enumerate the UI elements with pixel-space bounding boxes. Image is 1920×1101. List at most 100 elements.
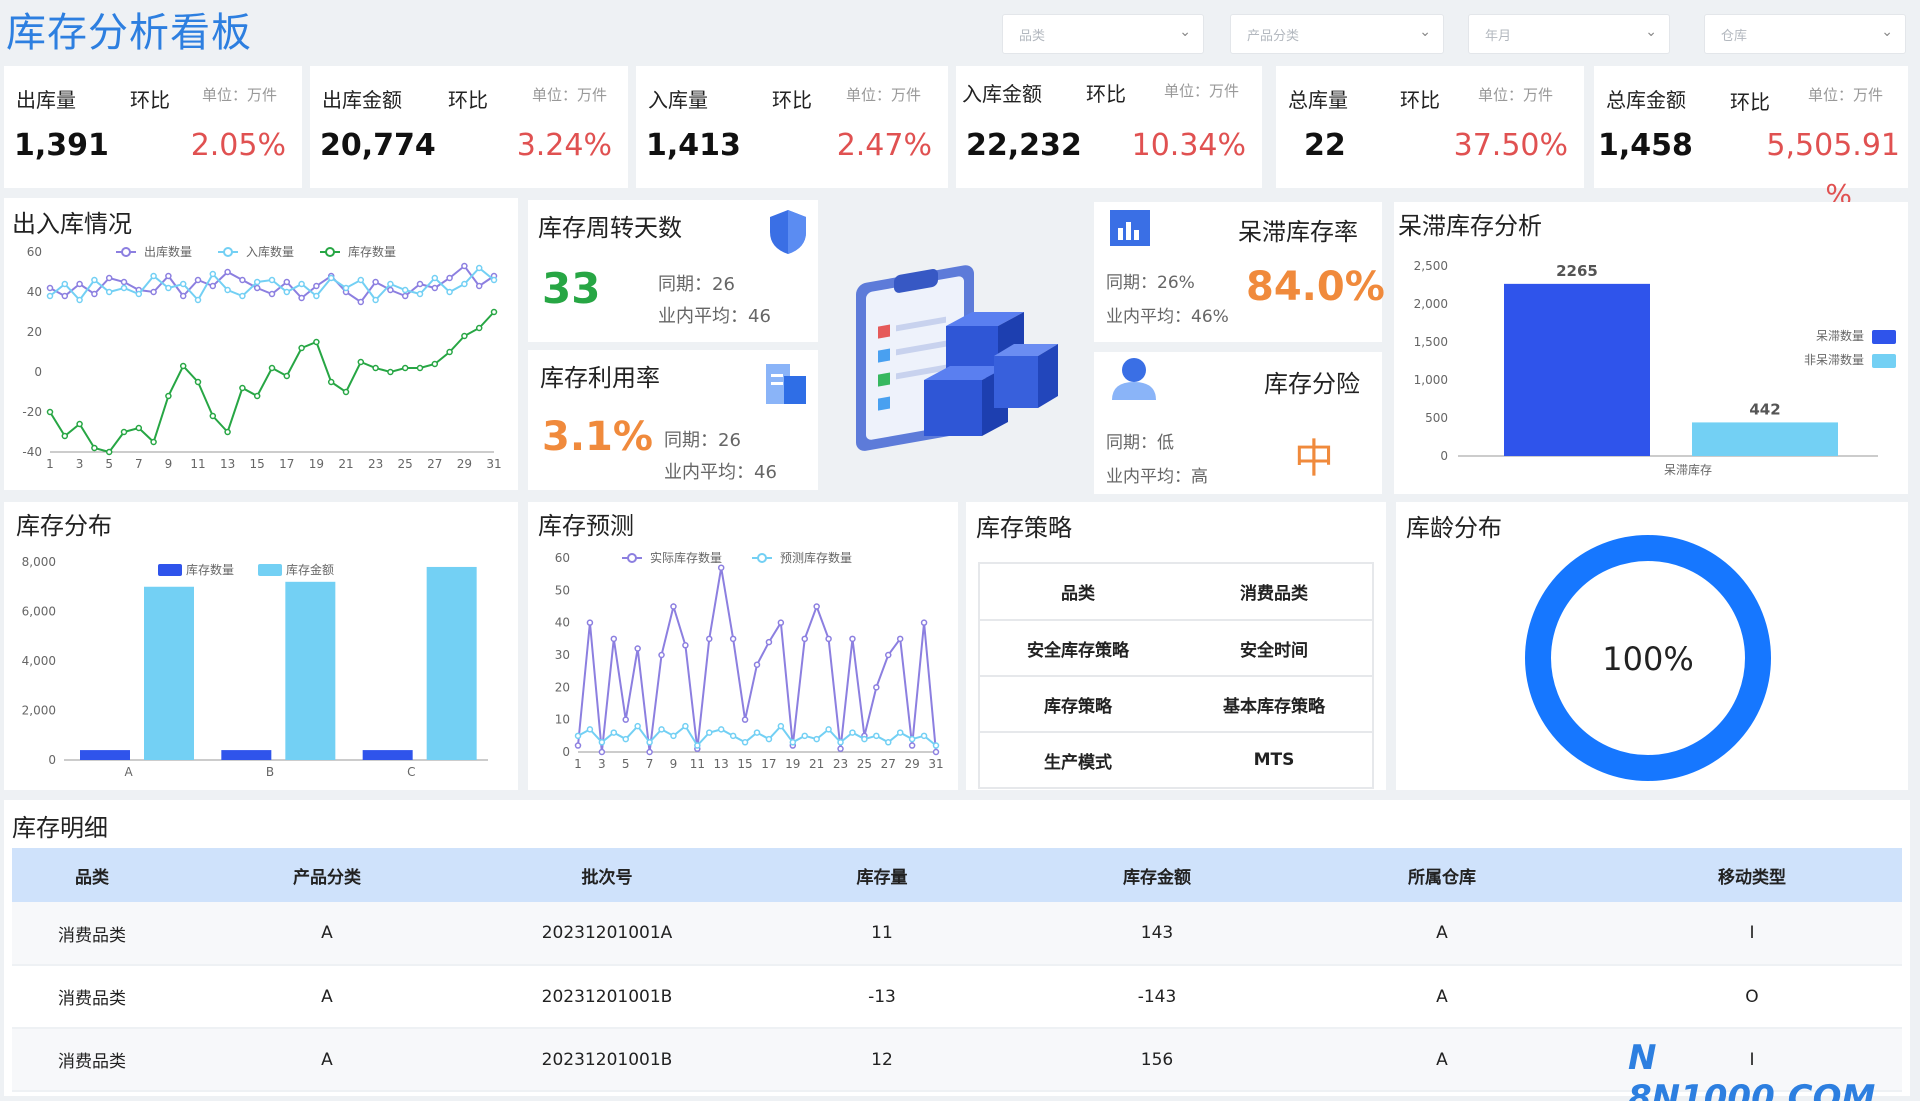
kpi-pct: 3.24% (516, 128, 612, 163)
data-point (670, 603, 677, 610)
data-point (837, 745, 844, 753)
data-point (283, 278, 291, 286)
util-same: 同期：26 (664, 430, 741, 451)
x-tick-label: 7 (135, 457, 143, 471)
cell: A (1282, 1028, 1602, 1092)
data-point (431, 274, 439, 282)
data-point (120, 278, 128, 286)
table-row[interactable]: 消费品类 A 20231201001A 11 143 A I (12, 902, 1902, 966)
data-point (61, 280, 69, 288)
data-point (849, 635, 856, 643)
data-point (91, 276, 98, 284)
data-point (239, 292, 246, 300)
col-header[interactable]: 产品分类 (172, 848, 482, 902)
data-point (357, 358, 365, 366)
data-point (446, 274, 453, 282)
shield-icon (770, 210, 806, 254)
data-point (313, 292, 320, 300)
data-point (150, 438, 157, 446)
legend-marker (627, 553, 637, 563)
legend-marker (121, 247, 131, 257)
data-point (908, 735, 916, 743)
x-tick-label: B (266, 765, 274, 779)
chevron-down-icon: ⌄ (1881, 24, 1893, 40)
kpi-pct: 2.47% (836, 128, 932, 163)
data-point (135, 290, 143, 298)
data-point (298, 294, 305, 302)
data-point (706, 635, 713, 643)
data-point (416, 280, 424, 288)
x-tick-label: 31 (928, 757, 943, 771)
legend-label: 呆滞数量 (1816, 328, 1864, 343)
col-header[interactable]: 库存金额 (1032, 848, 1282, 902)
data-point (120, 428, 128, 436)
data-point (401, 364, 409, 372)
kpi-label: 入库量 (648, 88, 708, 112)
month-filter[interactable]: 年月 ⌄ (1468, 14, 1670, 54)
x-tick-label: 3 (76, 457, 84, 471)
bar (144, 586, 194, 760)
legend-marker (223, 247, 233, 257)
data-point (753, 661, 761, 668)
strategy-row: 生产模式 MTS (980, 732, 1372, 789)
kpi-ratio-label: 环比 (1086, 82, 1126, 106)
kpi-card-out-qty: 出库量 环比 单位：万件 1,391 2.05% (4, 66, 302, 188)
y-tick-label: 30 (555, 648, 570, 662)
data-point (873, 732, 880, 740)
cell: 消费品类 (12, 902, 172, 966)
legend-swatch (158, 564, 182, 576)
data-point (179, 280, 187, 288)
y-tick-label: 500 (1425, 411, 1448, 425)
x-tick-label: 13 (220, 457, 235, 471)
data-point (165, 284, 172, 292)
data-point (741, 716, 749, 723)
cell: 消费品类 (12, 1028, 172, 1092)
col-header[interactable]: 批次号 (482, 848, 732, 902)
col-header[interactable]: 品类 (12, 848, 172, 902)
inventory-clipboard-illustration (856, 265, 1058, 451)
table-row[interactable]: 消费品类 A 20231201001B 12 156 A I (12, 1028, 1902, 1092)
data-point (372, 278, 379, 286)
product-class-filter[interactable]: 产品分类 ⌄ (1230, 14, 1444, 54)
data-point (105, 274, 113, 282)
data-point (357, 298, 365, 306)
kpi-label: 出库金额 (322, 88, 402, 112)
stagnant-panel: 呆滞库存分析 0 500 1,000 1,500 2,000 2,500 2265 442 呆滞… (1394, 202, 1908, 494)
bar-chart-icon (1110, 210, 1150, 246)
strategy-value: 安全时间 (1176, 620, 1372, 677)
detail-title: 库存明细 (12, 814, 108, 842)
data-point (253, 278, 261, 286)
data-point (105, 288, 113, 296)
data-point (76, 420, 83, 428)
warehouse-filter[interactable]: 仓库 ⌄ (1704, 14, 1906, 54)
bar (426, 566, 477, 760)
table-row[interactable]: 消费品类 A 20231201001B -13 -143 A O (12, 965, 1902, 1029)
cell: 20231201001B (482, 1028, 732, 1092)
cell: 11 (732, 902, 1032, 966)
detail-table-wrap: 品类 产品分类 批次号 库存量 库存金额 所属仓库 移动类型 消费品类 A 2023… (12, 848, 1902, 1092)
cell: A (1282, 965, 1602, 1029)
data-point (401, 292, 409, 300)
x-tick-label: 23 (368, 457, 383, 471)
category-filter[interactable]: 品类 ⌄ (1002, 14, 1204, 54)
data-point (896, 635, 904, 643)
legend-label: 库存数量 (186, 562, 234, 577)
kpi-value: 1,391 (14, 128, 109, 163)
legend-label: 出库数量 (144, 244, 192, 259)
col-header[interactable]: 移动类型 (1602, 848, 1902, 902)
data-point (475, 282, 483, 290)
data-point (76, 296, 83, 304)
y-tick-label: -20 (22, 405, 42, 419)
data-point (490, 276, 498, 284)
data-point (610, 635, 618, 643)
kpi-card-in-qty: 入库量 环比 单位：万件 1,413 2.47% (636, 66, 948, 188)
col-header[interactable]: 库存量 (732, 848, 1032, 902)
inout-chart: 6040200-20-401 3 5 7 9 11 13 15 17 19 21 23 25 27 29 31… (22, 244, 501, 471)
legend-label: 库存数量 (348, 244, 396, 259)
data-point (825, 635, 832, 643)
cell: 143 (1032, 902, 1282, 966)
kpi-value: 20,774 (320, 128, 436, 163)
data-point (920, 619, 928, 626)
data-point (461, 262, 468, 270)
col-header[interactable]: 所属仓库 (1282, 848, 1602, 902)
